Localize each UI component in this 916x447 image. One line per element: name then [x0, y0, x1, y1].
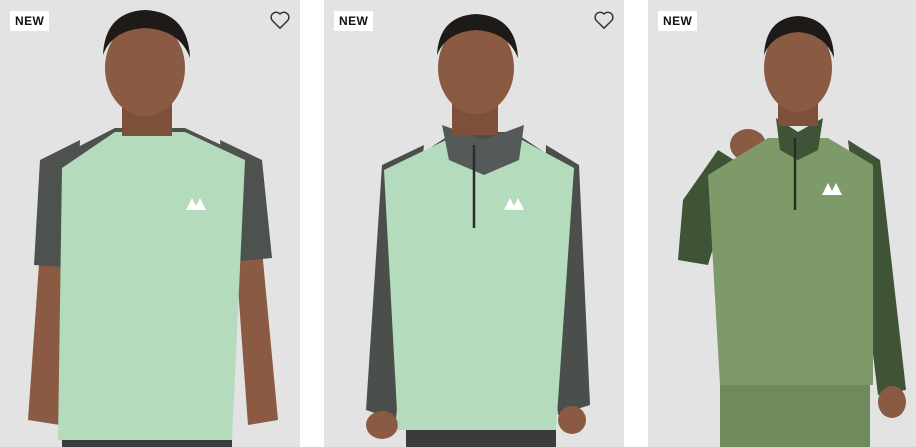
wishlist-button[interactable]	[268, 8, 292, 32]
product-card-2[interactable]: NEW	[324, 0, 624, 447]
product-image[interactable]	[0, 0, 300, 447]
product-image[interactable]	[324, 0, 624, 447]
heart-outline-icon	[594, 11, 614, 29]
product-image[interactable]	[648, 0, 916, 447]
new-badge: NEW	[658, 11, 698, 31]
product-card-1[interactable]: NEW	[0, 0, 300, 447]
wishlist-button[interactable]	[592, 8, 616, 32]
new-badge: NEW	[334, 11, 374, 31]
heart-outline-icon	[270, 11, 290, 29]
new-badge: NEW	[10, 11, 50, 31]
product-card-3[interactable]: NEW	[648, 0, 916, 447]
